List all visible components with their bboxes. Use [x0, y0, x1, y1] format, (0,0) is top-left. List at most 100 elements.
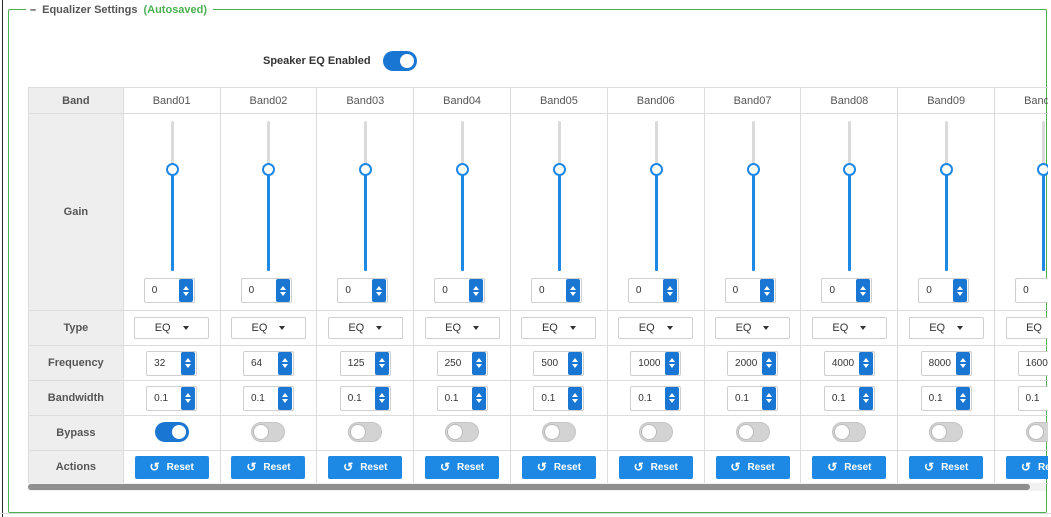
- stepper-up-icon[interactable]: [279, 285, 286, 290]
- stepper-up-icon[interactable]: [475, 393, 482, 397]
- stepper-up-icon[interactable]: [860, 285, 867, 290]
- bandwidth-stepper[interactable]: 0.1: [823, 385, 875, 411]
- slider-thumb[interactable]: [165, 163, 179, 176]
- bypass-toggle[interactable]: [154, 421, 189, 442]
- bypass-toggle[interactable]: [735, 421, 770, 442]
- stepper-down-icon[interactable]: [572, 364, 579, 368]
- stepper-up-icon[interactable]: [182, 285, 189, 290]
- stepper-down-icon[interactable]: [666, 291, 673, 296]
- stepper-arrows-icon[interactable]: [181, 386, 196, 410]
- frequency-stepper[interactable]: 64: [242, 350, 294, 376]
- bandwidth-stepper[interactable]: 0.1: [920, 385, 972, 411]
- stepper-arrows-icon[interactable]: [374, 351, 389, 375]
- stepper-arrows-icon[interactable]: [858, 351, 873, 375]
- speaker-eq-toggle[interactable]: [382, 51, 417, 71]
- type-select[interactable]: EQ: [327, 317, 403, 339]
- gain-slider[interactable]: [940, 121, 954, 271]
- type-select[interactable]: EQ: [521, 317, 597, 339]
- collapse-toggle[interactable]: –: [30, 4, 36, 16]
- stepper-down-icon[interactable]: [766, 364, 773, 368]
- bypass-toggle[interactable]: [541, 421, 576, 442]
- bandwidth-stepper[interactable]: 0.1: [146, 385, 198, 411]
- slider-thumb[interactable]: [262, 163, 276, 176]
- bandwidth-stepper[interactable]: 0.1: [727, 385, 779, 411]
- stepper-arrows-icon[interactable]: [856, 279, 871, 302]
- gain-slider[interactable]: [1037, 121, 1048, 271]
- slider-thumb[interactable]: [552, 163, 566, 176]
- stepper-up-icon[interactable]: [281, 393, 288, 397]
- stepper-down-icon[interactable]: [279, 291, 286, 296]
- gain-stepper[interactable]: 0: [724, 278, 776, 303]
- stepper-down-icon[interactable]: [185, 399, 192, 403]
- stepper-down-icon[interactable]: [763, 291, 770, 296]
- stepper-down-icon[interactable]: [376, 291, 383, 296]
- slider-thumb[interactable]: [843, 163, 857, 176]
- stepper-down-icon[interactable]: [669, 399, 676, 403]
- stepper-down-icon[interactable]: [281, 399, 288, 403]
- bandwidth-stepper[interactable]: 0.1: [436, 385, 488, 411]
- bypass-toggle[interactable]: [638, 421, 673, 442]
- gain-stepper[interactable]: 0: [337, 278, 389, 303]
- frequency-stepper[interactable]: 8000: [920, 350, 972, 376]
- gain-slider[interactable]: [552, 121, 566, 271]
- reset-button[interactable]: ↺ Reset: [425, 455, 500, 479]
- reset-button[interactable]: ↺ Reset: [521, 455, 596, 479]
- stepper-up-icon[interactable]: [766, 358, 773, 362]
- bandwidth-stepper[interactable]: 0.1: [242, 385, 294, 411]
- slider-thumb[interactable]: [746, 163, 760, 176]
- stepper-down-icon[interactable]: [862, 364, 869, 368]
- stepper-down-icon[interactable]: [959, 364, 966, 368]
- stepper-up-icon[interactable]: [572, 393, 579, 397]
- stepper-up-icon[interactable]: [862, 393, 869, 397]
- bandwidth-stepper[interactable]: 0.1: [533, 385, 585, 411]
- bypass-toggle[interactable]: [929, 421, 964, 442]
- stepper-arrows-icon[interactable]: [662, 279, 677, 302]
- stepper-up-icon[interactable]: [666, 285, 673, 290]
- stepper-up-icon[interactable]: [572, 358, 579, 362]
- stepper-arrows-icon[interactable]: [471, 386, 486, 410]
- type-select[interactable]: EQ: [908, 317, 984, 339]
- reset-button[interactable]: ↺ Reset: [909, 455, 984, 479]
- frequency-stepper[interactable]: 32: [146, 350, 198, 376]
- stepper-up-icon[interactable]: [376, 285, 383, 290]
- stepper-up-icon[interactable]: [669, 358, 676, 362]
- stepper-arrows-icon[interactable]: [471, 351, 486, 375]
- type-select[interactable]: EQ: [715, 317, 791, 339]
- stepper-arrows-icon[interactable]: [665, 386, 680, 410]
- gain-slider[interactable]: [843, 121, 857, 271]
- gain-slider[interactable]: [746, 121, 760, 271]
- stepper-up-icon[interactable]: [959, 358, 966, 362]
- frequency-stepper[interactable]: 2000: [727, 350, 779, 376]
- type-select[interactable]: EQ: [230, 317, 306, 339]
- stepper-up-icon[interactable]: [669, 393, 676, 397]
- stepper-up-icon[interactable]: [378, 358, 385, 362]
- stepper-down-icon[interactable]: [185, 364, 192, 368]
- type-select[interactable]: EQ: [424, 317, 500, 339]
- type-select[interactable]: EQ: [618, 317, 694, 339]
- stepper-down-icon[interactable]: [473, 291, 480, 296]
- stepper-arrows-icon[interactable]: [469, 279, 484, 302]
- stepper-down-icon[interactable]: [959, 399, 966, 403]
- stepper-arrows-icon[interactable]: [955, 351, 970, 375]
- gain-stepper[interactable]: 0: [434, 278, 486, 303]
- stepper-arrows-icon[interactable]: [374, 386, 389, 410]
- bypass-toggle[interactable]: [348, 421, 383, 442]
- bandwidth-stepper[interactable]: 0.1: [630, 385, 682, 411]
- slider-thumb[interactable]: [359, 163, 373, 176]
- bypass-toggle[interactable]: [832, 421, 867, 442]
- gain-stepper[interactable]: 0: [531, 278, 582, 303]
- stepper-up-icon[interactable]: [862, 358, 869, 362]
- stepper-arrows-icon[interactable]: [275, 279, 290, 302]
- type-select[interactable]: EQ: [134, 317, 210, 339]
- gain-slider[interactable]: [649, 121, 663, 271]
- stepper-down-icon[interactable]: [766, 399, 773, 403]
- bandwidth-stepper[interactable]: 0.1: [1017, 385, 1048, 411]
- stepper-down-icon[interactable]: [572, 399, 579, 403]
- reset-button[interactable]: ↺ Reset: [715, 455, 790, 479]
- stepper-up-icon[interactable]: [570, 285, 576, 290]
- stepper-arrows-icon[interactable]: [759, 279, 774, 302]
- gain-slider[interactable]: [165, 121, 179, 271]
- gain-slider[interactable]: [456, 121, 470, 271]
- frequency-stepper[interactable]: 16000: [1017, 350, 1048, 376]
- gain-stepper[interactable]: 0: [1015, 278, 1048, 303]
